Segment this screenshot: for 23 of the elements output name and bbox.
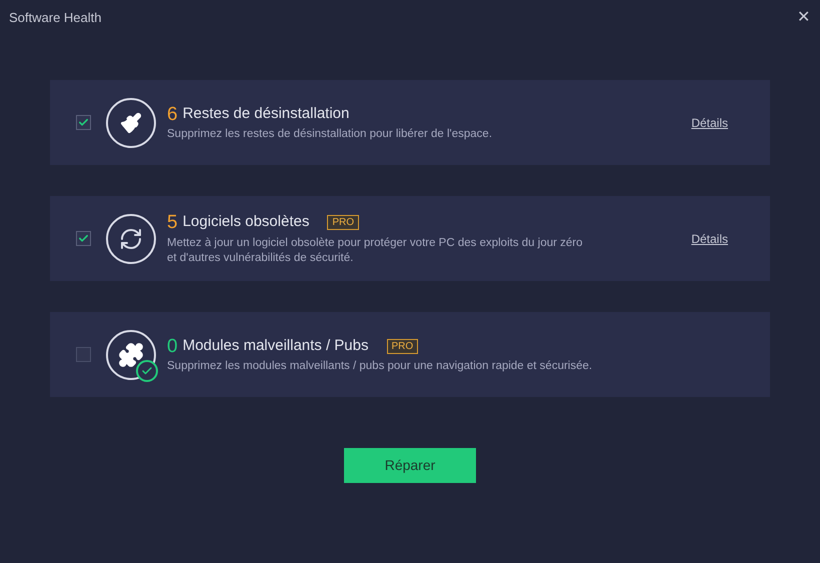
checkbox[interactable]: [76, 347, 91, 362]
checkmark-icon: [78, 233, 89, 244]
item-description: Mettez à jour un logiciel obsolète pour protéger votre PC des exploits du jour zéro et d'autres vulnérabilités de sécurité.: [167, 236, 584, 266]
details-link[interactable]: Détails: [691, 114, 728, 132]
details-link[interactable]: Détails: [691, 230, 728, 248]
item-title: Logiciels obsolètes: [182, 212, 310, 232]
close-button[interactable]: ✕: [797, 6, 810, 30]
item-description: Supprimez les restes de désinstallation pour libérer de l'espace.: [167, 127, 494, 142]
puzzle-icon: [106, 330, 156, 380]
checkbox[interactable]: [76, 115, 91, 130]
item-title: Modules malveillants / Pubs: [182, 336, 368, 356]
repair-button[interactable]: Réparer: [344, 448, 476, 483]
count: 0: [167, 336, 178, 356]
count: 5: [167, 213, 178, 232]
count: 6: [167, 104, 178, 124]
pro-badge: PRO: [327, 215, 359, 230]
item-title: Restes de désinstallation: [182, 104, 350, 124]
pro-badge: PRO: [386, 338, 418, 354]
checkmark-icon: [78, 117, 89, 128]
item-description: Supprimez les modules malveillants / pubs pour une navigation rapide et sécurisée.: [167, 359, 594, 374]
window-title: Software Health: [9, 9, 102, 28]
refresh-icon: [106, 214, 156, 264]
checkbox[interactable]: [76, 231, 91, 246]
